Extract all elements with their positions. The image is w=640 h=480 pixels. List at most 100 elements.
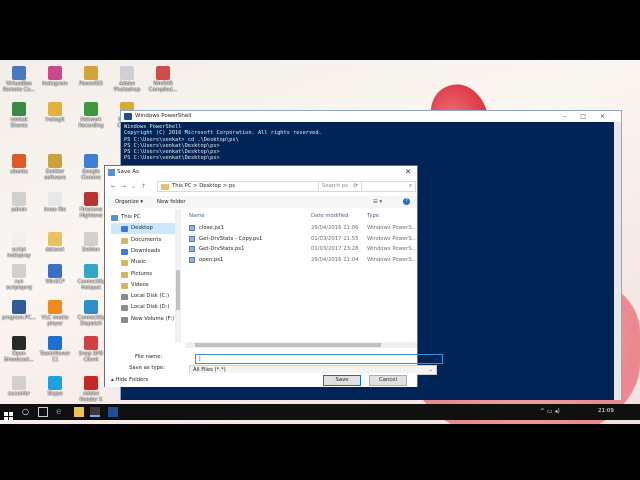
dialog-taskbar-icon[interactable] — [108, 407, 118, 417]
nav-item[interactable]: Local Disk (D:) — [111, 302, 175, 313]
nav-scrollbar[interactable] — [175, 210, 181, 342]
nav-item[interactable]: Music — [111, 257, 175, 268]
file-name-input[interactable]: | ⌄ — [195, 354, 443, 364]
save-button[interactable]: Save — [323, 375, 361, 386]
desktop-icon[interactable]: Firestone Hightone — [74, 192, 108, 219]
file-name: Get-DrvStats - Copy.ps1 — [199, 235, 263, 242]
back-arrow-icon[interactable]: ← — [111, 183, 116, 190]
help-icon[interactable]: ? — [403, 198, 410, 205]
desktop-icon[interactable]: cucumbr — [2, 376, 36, 397]
desktop-icon[interactable]: dataset — [38, 232, 72, 253]
file-type: Windows PowerS... — [367, 235, 417, 242]
app-icon — [12, 66, 26, 80]
chevron-down-icon[interactable]: ⌄ — [435, 355, 439, 363]
nav-item[interactable]: New Volume (F:) — [111, 314, 175, 325]
desktop-icon[interactable]: venkat Shares — [2, 102, 36, 129]
nav-item-icon — [121, 305, 128, 312]
desktop-icon[interactable]: Instagit — [38, 102, 72, 123]
nav-item-label: Videos — [131, 281, 149, 288]
desktop-icon-label: Debian — [82, 247, 100, 253]
tray-icons[interactable]: ^ ▭ ◂) — [540, 408, 560, 415]
app-icon — [84, 66, 98, 80]
file-row[interactable]: Get-DrvStats - Copy.ps1 01/03/2017 21:55 W… — [185, 234, 417, 244]
desktop-icon-label: TeamViewer 11 — [39, 351, 71, 363]
search-input[interactable]: Search ps ⌕ — [318, 181, 416, 192]
app-icon — [48, 336, 62, 350]
window-controls[interactable]: –□× — [563, 111, 619, 122]
hide-folders-button[interactable]: ▴ Hide Folders — [111, 375, 148, 386]
powershell-titlebar[interactable]: Windows PowerShell –□× — [121, 111, 621, 122]
desktop-icon[interactable]: Emitter software — [38, 154, 72, 181]
desktop-icon[interactable]: admin — [2, 192, 36, 213]
view-options-icon[interactable]: ☰ ▾ — [373, 196, 382, 208]
up-arrow-icon[interactable]: ↑ — [141, 183, 146, 190]
desktop-icon[interactable]: ubuntu — [2, 154, 36, 175]
desktop-icon[interactable]: Google Chrome — [74, 154, 108, 181]
nav-item-icon — [121, 260, 128, 267]
desktop-icon[interactable]: Skype — [38, 376, 72, 397]
nav-item[interactable]: Pictures — [111, 269, 175, 280]
desktop: VirtualBox Remote Ca... Instagram PowerISO… — [0, 60, 640, 424]
desktop-icon[interactable]: script hotlspray — [2, 232, 36, 259]
column-type[interactable]: Type — [367, 213, 379, 219]
desktop-icon[interactable]: VirtualBox Remote Ca... — [2, 66, 36, 93]
edge-icon[interactable]: e — [56, 407, 66, 417]
nav-item[interactable]: Videos — [111, 280, 175, 291]
close-icon[interactable]: ✕ — [405, 166, 411, 179]
desktop-icon[interactable]: Adobe Photoshop — [110, 66, 144, 93]
forward-arrow-icon[interactable]: → — [121, 183, 126, 190]
file-list-scrollbar[interactable] — [185, 342, 417, 348]
desktop-icon[interactable]: Open Broadcast... — [2, 336, 36, 363]
app-icon — [84, 102, 98, 116]
desktop-icon-label: script hotlspray — [7, 247, 31, 259]
chevron-down-icon[interactable]: ⌄ — [429, 366, 433, 374]
file-scroll-thumb[interactable] — [195, 343, 381, 347]
desktop-icon[interactable]: Debian — [74, 232, 108, 253]
desktop-icon[interactable]: program.PC... — [2, 300, 36, 321]
desktop-icon[interactable]: Connectify Dispatch — [74, 300, 108, 327]
file-row[interactable]: open.ps1 29/04/2016 21:04 Windows PowerS..… — [185, 255, 417, 265]
desktop-icon[interactable]: WinSCP — [38, 264, 72, 285]
search-icon[interactable]: ○ — [22, 407, 32, 417]
powershell-taskbar-icon[interactable] — [90, 407, 100, 417]
desktop-icon-label: cucumbr — [8, 391, 30, 397]
desktop-icon[interactable]: WinRAR Compiled... — [146, 66, 180, 93]
nav-item[interactable]: Downloads — [111, 246, 175, 257]
desktop-icon[interactable]: PowerISO — [74, 66, 108, 87]
desktop-icon[interactable]: Instagram — [38, 66, 72, 87]
desktop-icon[interactable]: Connectify Hotspot — [74, 264, 108, 291]
nav-item[interactable]: Local Disk (C:) — [111, 291, 175, 302]
save-as-dialog[interactable]: Save As ✕ ← → ⌄ ↑ This PC > Desktop > ps… — [104, 165, 443, 387]
windows-start-icon[interactable] — [4, 407, 14, 421]
desktop-icon[interactable]: VLC media player — [38, 300, 72, 327]
desktop-icon[interactable]: Snap SPD Client — [74, 336, 108, 363]
nav-item[interactable]: This PC — [107, 212, 171, 223]
file-name-row: File name: | ⌄ — [135, 354, 447, 364]
file-row[interactable]: close.ps1 29/04/2016 21:06 Windows PowerS.… — [185, 223, 417, 233]
nav-item-icon — [121, 237, 128, 244]
column-date[interactable]: Date modified — [311, 213, 349, 219]
desktop-icon-label: VLC media player — [41, 315, 69, 327]
file-explorer-icon[interactable] — [74, 407, 84, 417]
desktop-icon[interactable]: TeamViewer 11 — [38, 336, 72, 363]
nav-item[interactable]: Documents — [111, 235, 175, 246]
desktop-icon[interactable]: lmao file — [38, 192, 72, 213]
task-view-icon[interactable] — [38, 407, 48, 417]
nav-scroll-thumb[interactable] — [176, 270, 180, 310]
cancel-button[interactable]: Cancel — [369, 375, 407, 386]
file-date: 29/04/2016 21:06 — [311, 225, 359, 231]
app-icon — [48, 192, 62, 206]
dialog-titlebar[interactable]: Save As ✕ — [105, 166, 417, 179]
desktop-icon[interactable]: Adobe Reader X — [74, 376, 108, 403]
console-scrollbar[interactable] — [614, 122, 621, 400]
nav-item[interactable]: Desktop — [111, 223, 175, 235]
recent-chevron-icon[interactable]: ⌄ — [131, 183, 136, 190]
nav-item-icon — [121, 282, 128, 289]
desktop-icon-label: Network Recording — [78, 117, 104, 129]
new-folder-button[interactable]: New folder — [157, 196, 186, 208]
organize-button[interactable]: Organize ▾ — [115, 196, 143, 208]
column-name[interactable]: Name — [189, 213, 205, 219]
desktop-icon[interactable]: run scriptsproj — [2, 264, 36, 291]
file-row[interactable]: Get-DrvStats.ps1 01/03/2017 23:28 Windows … — [185, 244, 417, 254]
desktop-icon[interactable]: Network Recording — [74, 102, 108, 129]
